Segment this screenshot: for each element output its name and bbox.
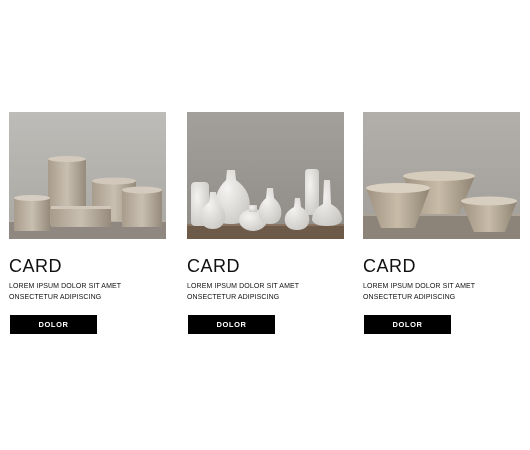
white-vases-photo xyxy=(187,112,344,239)
dolor-button[interactable]: DOLOR xyxy=(10,315,97,334)
card-description-line: ONSECTETUR ADIPISCING xyxy=(187,294,280,301)
card-description-line: LOREM IPSUM DOLOR SIT AMET xyxy=(187,283,300,290)
card-description-line: ONSECTETUR ADIPISCING xyxy=(9,294,102,301)
card-stone-bowls: CARD LOREM IPSUM DOLOR SIT AMET ONSECTET… xyxy=(363,112,521,334)
stone-vessels-photo xyxy=(9,112,166,239)
card-title: CARD xyxy=(363,256,417,276)
card-description: LOREM IPSUM DOLOR SIT AMET ONSECTETUR AD… xyxy=(9,281,169,303)
card-white-vases: CARD LOREM IPSUM DOLOR SIT AMET ONSECTET… xyxy=(187,112,345,334)
card-title: CARD xyxy=(9,256,63,276)
card-description-line: LOREM IPSUM DOLOR SIT AMET xyxy=(9,283,122,290)
card-grid: CARD LOREM IPSUM DOLOR SIT AMET ONSECTET… xyxy=(0,112,530,342)
dolor-button[interactable]: DOLOR xyxy=(188,315,275,334)
card-description: LOREM IPSUM DOLOR SIT AMET ONSECTETUR AD… xyxy=(363,281,523,303)
stone-bowls-photo xyxy=(363,112,520,239)
card-description: LOREM IPSUM DOLOR SIT AMET ONSECTETUR AD… xyxy=(187,281,347,303)
dolor-button[interactable]: DOLOR xyxy=(364,315,451,334)
card-description-line: ONSECTETUR ADIPISCING xyxy=(363,294,456,301)
card-title: CARD xyxy=(187,256,241,276)
card-stone-vessels: CARD LOREM IPSUM DOLOR SIT AMET ONSECTET… xyxy=(9,112,167,334)
card-description-line: LOREM IPSUM DOLOR SIT AMET xyxy=(363,283,476,290)
